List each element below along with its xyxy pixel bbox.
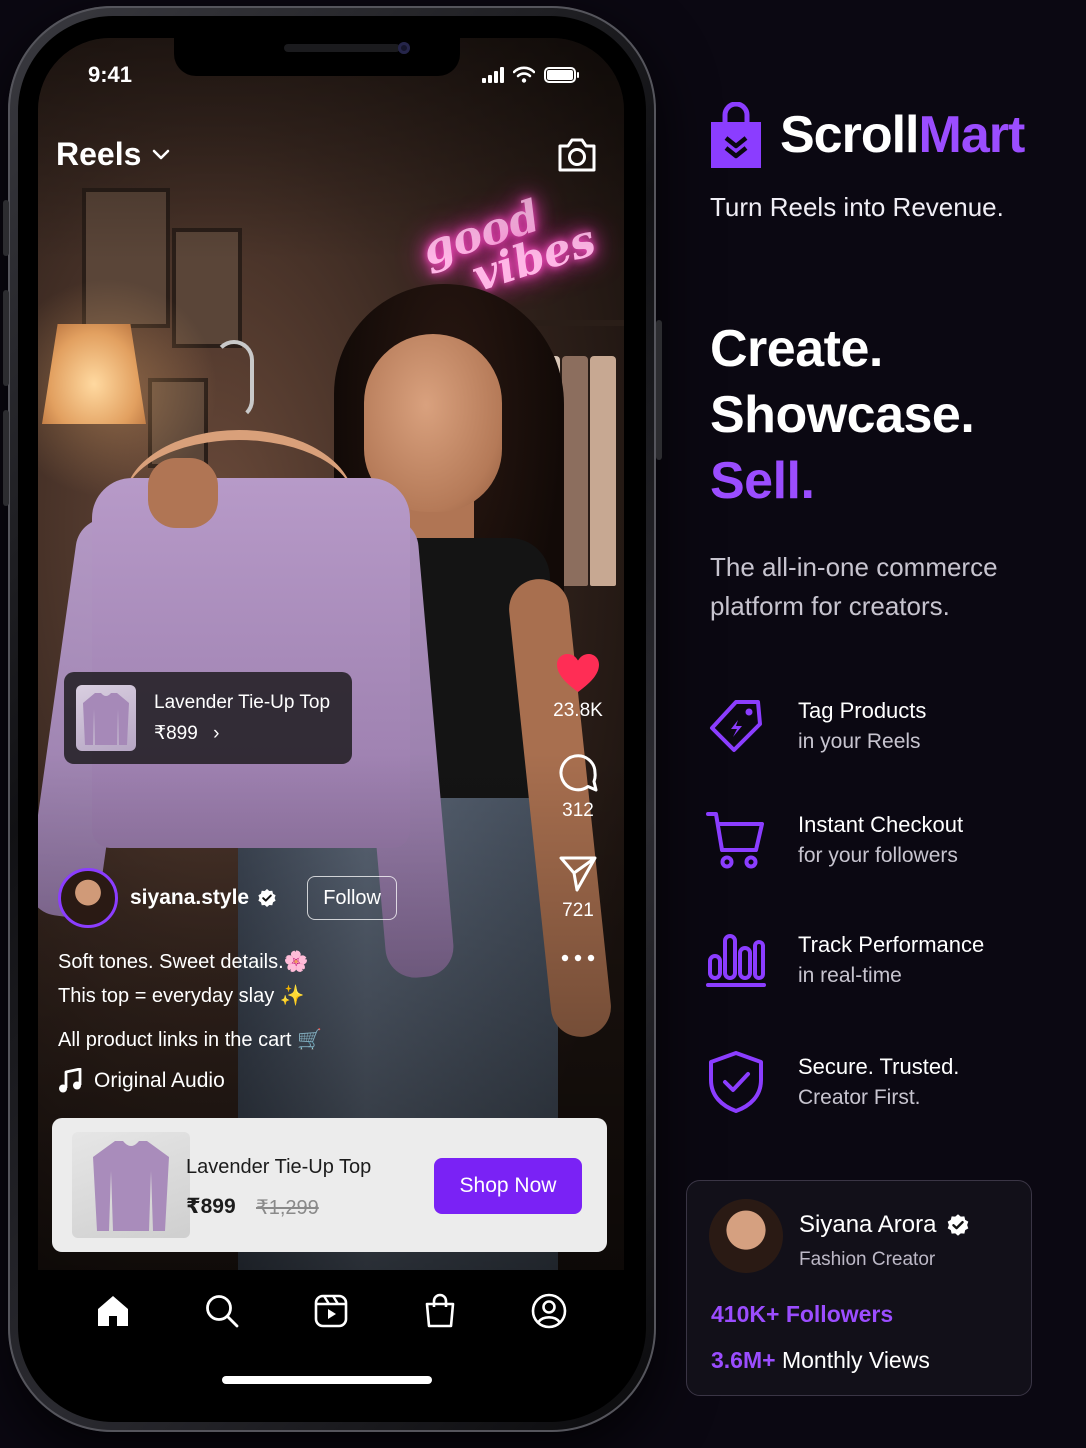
- followers-value: 410K+: [711, 1301, 780, 1327]
- feature-item: Instant Checkout for your followers: [704, 808, 963, 872]
- chevron-down-icon: [153, 149, 170, 159]
- search-icon[interactable]: [203, 1292, 241, 1330]
- phone-volume-up: [3, 290, 9, 386]
- bar-chart-icon: [706, 934, 766, 987]
- feature-title: Secure. Trusted.: [798, 1054, 960, 1079]
- like-action[interactable]: 23.8K: [548, 652, 608, 722]
- product-bar[interactable]: Lavender Tie-Up Top ₹899 ₹1,299 Shop Now: [52, 1118, 607, 1252]
- followers-stat: 410K+ Followers: [711, 1301, 893, 1328]
- comment-icon[interactable]: [557, 752, 599, 794]
- product-price: ₹899: [186, 1195, 236, 1218]
- cart-icon: [706, 812, 764, 869]
- feature-subtitle: Creator First.: [798, 1086, 921, 1109]
- product-tag-price: ₹899: [154, 722, 198, 744]
- reels-icon[interactable]: [312, 1292, 350, 1330]
- audio-label: Original Audio: [94, 1069, 225, 1092]
- music-note-icon: [59, 1068, 82, 1093]
- reels-dropdown[interactable]: Reels: [56, 136, 171, 173]
- brand-name: ScrollMart: [780, 106, 1025, 164]
- creator-profile-card: Siyana Arora Fashion Creator 410K+ Follo…: [686, 1180, 1032, 1396]
- headline-line: Create.: [710, 320, 883, 378]
- profile-avatar: [709, 1199, 783, 1273]
- shopping-bag-icon[interactable]: [421, 1292, 459, 1330]
- subheadline: The all-in-one commerce platform for cre…: [710, 552, 998, 621]
- verified-badge-icon: [948, 1214, 969, 1236]
- feature-item: Tag Products in your Reels: [704, 694, 926, 758]
- followers-label: Followers: [785, 1301, 894, 1327]
- brand-tagline: Turn Reels into Revenue.: [710, 192, 1004, 222]
- views-value: 3.6M+: [711, 1347, 776, 1373]
- wifi-icon: [513, 66, 535, 83]
- battery-icon: [544, 66, 579, 83]
- headline: Create. Showcase. Sell.: [710, 316, 975, 514]
- chevron-right-icon: ›: [213, 722, 220, 744]
- creator-username[interactable]: siyana.style: [130, 886, 249, 910]
- phone-volume-down: [3, 410, 9, 506]
- status-icons: [482, 66, 579, 83]
- signal-icon: [482, 66, 504, 83]
- bottom-tab-bar: [38, 1270, 624, 1360]
- more-icon[interactable]: [558, 952, 598, 964]
- shield-check-icon: [709, 1051, 763, 1113]
- verified-badge-icon: [258, 889, 276, 907]
- profile-name: Siyana Arora: [799, 1211, 937, 1238]
- profile-role: Fashion Creator: [799, 1249, 936, 1270]
- share-count: 721: [562, 900, 594, 921]
- feature-subtitle: in your Reels: [798, 730, 921, 753]
- reel-actions: 23.8K 312 721: [548, 652, 608, 964]
- shirt-icon: [83, 693, 129, 745]
- creator-avatar[interactable]: [58, 868, 118, 928]
- home-indicator: [222, 1376, 432, 1384]
- profile-icon[interactable]: [530, 1292, 568, 1330]
- send-icon[interactable]: [557, 852, 599, 894]
- feature-subtitle: in real-time: [798, 964, 902, 987]
- headline-line: Showcase.: [710, 386, 975, 444]
- status-time: 9:41: [88, 62, 133, 87]
- share-action[interactable]: 721: [548, 852, 608, 922]
- product-thumbnail: [72, 1132, 190, 1238]
- feature-subtitle: for your followers: [798, 844, 958, 867]
- more-action[interactable]: [548, 952, 608, 964]
- brand-logo: ScrollMart: [708, 102, 1025, 168]
- feature-title: Tag Products: [798, 698, 927, 723]
- headline-line: Sell.: [710, 452, 815, 510]
- caption-line: Soft tones. Sweet details.🌸: [58, 951, 309, 973]
- feature-item: Secure. Trusted. Creator First.: [704, 1050, 959, 1114]
- feature-title: Instant Checkout: [798, 812, 964, 837]
- comment-count: 312: [562, 800, 594, 821]
- product-name: Lavender Tie-Up Top: [186, 1156, 372, 1178]
- like-count: 23.8K: [553, 700, 603, 721]
- heart-icon[interactable]: [555, 652, 601, 694]
- shopping-bag-logo-icon: [711, 102, 761, 168]
- product-tag[interactable]: Lavender Tie-Up Top ₹899 ›: [64, 672, 352, 764]
- profile-name-row: Siyana Arora: [799, 1211, 970, 1239]
- shirt-icon: [93, 1141, 169, 1231]
- product-tag-name: Lavender Tie-Up Top: [154, 691, 331, 713]
- comment-action[interactable]: 312: [548, 752, 608, 822]
- phone-power-button: [656, 320, 662, 460]
- caption-line: This top = everyday slay ✨: [58, 985, 305, 1007]
- notch-speaker: [284, 44, 400, 52]
- reels-title: Reels: [56, 136, 142, 172]
- camera-icon[interactable]: [554, 132, 600, 178]
- notch-camera: [398, 42, 410, 54]
- product-tag-price-row: ₹899 ›: [154, 722, 330, 745]
- caption-line: All product links in the cart 🛒: [58, 1029, 322, 1051]
- views-stat: 3.6M+ Monthly Views: [711, 1347, 930, 1374]
- feature-item: Track Performance in real-time: [704, 928, 984, 992]
- home-icon[interactable]: [94, 1292, 132, 1330]
- follow-button[interactable]: Follow: [307, 876, 398, 920]
- product-old-price: ₹1,299: [256, 1197, 319, 1219]
- shop-now-button[interactable]: Shop Now: [434, 1158, 582, 1214]
- phone-silent-switch: [3, 200, 9, 256]
- audio-row[interactable]: Original Audio: [58, 1068, 225, 1094]
- product-tag-thumbnail: [76, 685, 136, 751]
- views-label: Monthly Views: [781, 1347, 930, 1373]
- feature-title: Track Performance: [798, 932, 985, 957]
- tag-icon: [710, 700, 762, 752]
- product-tag-info: Lavender Tie-Up Top ₹899 ›: [154, 692, 330, 745]
- creator-row: siyana.style Follow: [58, 868, 398, 928]
